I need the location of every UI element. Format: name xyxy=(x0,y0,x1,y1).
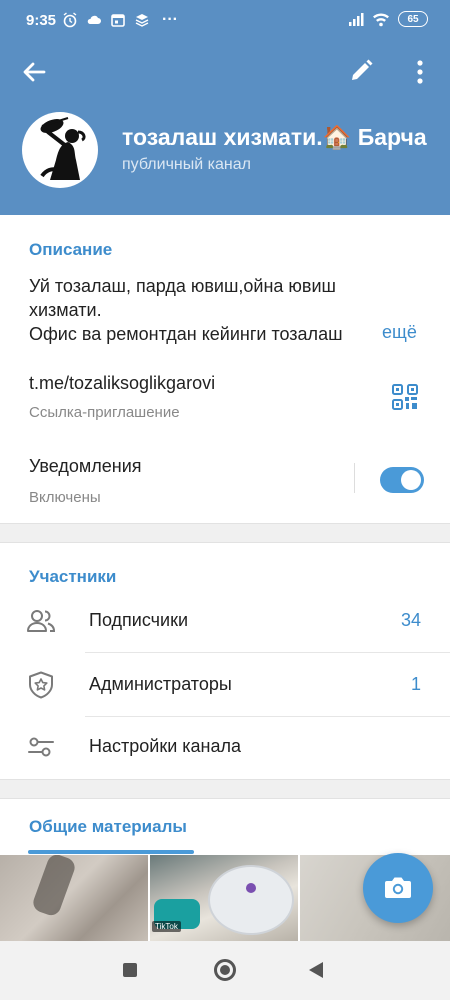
subscribers-row[interactable]: Подписчики 34 xyxy=(0,589,450,653)
people-icon xyxy=(27,610,56,632)
media-thumbnail[interactable]: TikTok xyxy=(150,855,298,941)
tab-indicator xyxy=(28,850,194,854)
edit-pencil-icon[interactable] xyxy=(346,56,376,86)
signal-icon xyxy=(349,13,364,26)
channel-avatar[interactable] xyxy=(22,112,98,188)
channel-header: 9:35 ··· 65 тозалаш хизмати.🏠 Барча публ… xyxy=(0,0,450,215)
home-button[interactable] xyxy=(214,959,236,981)
back-button[interactable] xyxy=(309,962,323,978)
section-gap xyxy=(0,779,450,799)
administrators-label: Администраторы xyxy=(89,674,232,694)
recent-apps-button[interactable] xyxy=(123,963,137,977)
status-time: 9:35 xyxy=(26,12,57,29)
notifications-label[interactable]: Уведомления xyxy=(29,456,142,477)
members-title: Участники xyxy=(29,567,117,586)
cloud-icon xyxy=(87,15,101,24)
back-arrow-icon[interactable] xyxy=(18,56,50,88)
administrators-row[interactable]: Администраторы 1 xyxy=(0,653,450,717)
shield-star-icon xyxy=(29,671,53,699)
camera-icon xyxy=(385,877,411,898)
invite-link-label: Ссылка-приглашение xyxy=(29,404,180,421)
description-line: Уй тозалаш, парда ювиш,ойна ювиш xyxy=(29,276,336,296)
cleaning-lady-silhouette-icon xyxy=(40,117,86,180)
channel-settings-label: Настройки канала xyxy=(89,736,242,756)
tiktok-watermark: TikTok xyxy=(152,921,181,932)
layers-icon xyxy=(135,14,149,27)
qr-code-icon[interactable] xyxy=(392,384,418,410)
notifications-status: Включены xyxy=(29,489,101,506)
description-line: хизмати. xyxy=(29,300,102,320)
section-gap xyxy=(0,523,450,543)
notifications-toggle[interactable] xyxy=(380,467,424,493)
administrators-count: 1 xyxy=(410,674,421,694)
divider xyxy=(354,463,355,493)
description-title: Описание xyxy=(29,240,113,259)
toggle-knob xyxy=(401,470,421,490)
media-thumbnail[interactable] xyxy=(0,855,148,941)
toolbar xyxy=(0,44,450,100)
invite-link[interactable]: t.me/tozaliksoglikgarovi xyxy=(29,373,215,394)
channel-name: тозалаш хизмати.🏠 Барча xyxy=(122,124,427,150)
show-more-link[interactable]: ещё xyxy=(358,322,417,343)
calendar-icon xyxy=(111,14,125,27)
status-bar: 9:35 ··· 65 xyxy=(0,0,450,44)
more-vertical-icon[interactable] xyxy=(406,56,434,88)
battery-indicator: 65 xyxy=(398,11,428,27)
sliders-icon xyxy=(28,737,54,757)
channel-settings-row[interactable]: Настройки канала xyxy=(0,715,450,779)
system-navigation-bar xyxy=(0,941,450,1000)
subscribers-label: Подписчики xyxy=(89,610,189,630)
shared-media-title[interactable]: Общие материалы xyxy=(29,817,187,837)
more-status-dots: ··· xyxy=(162,11,178,28)
subscribers-count: 34 xyxy=(400,610,421,630)
alarm-icon xyxy=(63,12,77,28)
wifi-icon xyxy=(373,13,389,27)
channel-type: публичный канал xyxy=(122,156,251,173)
camera-fab-button[interactable] xyxy=(363,853,433,923)
